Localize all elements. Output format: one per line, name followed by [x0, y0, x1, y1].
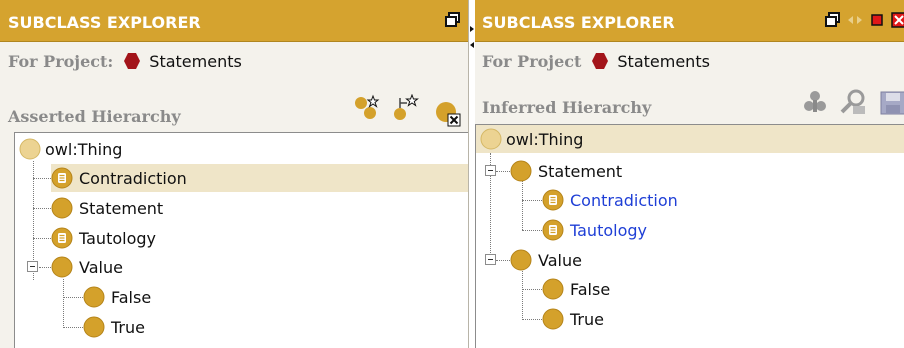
asserted-class-tree: owl:Thing Contradiction Statement Tautol… — [14, 132, 468, 348]
class-icon — [542, 278, 564, 300]
tree-connector — [33, 208, 51, 209]
defined-class-icon — [51, 227, 73, 249]
tree-node-tautology[interactable]: Tautology — [542, 216, 647, 244]
tree-connector — [63, 297, 83, 298]
tree-node-label: False — [570, 279, 611, 299]
left-panel-title: SUBCLASS EXPLORER — [8, 13, 201, 32]
class-icon — [510, 160, 532, 182]
right-title-bar: SUBCLASS EXPLORER — [475, 0, 904, 42]
class-icon — [83, 316, 105, 338]
tree-node-true[interactable]: True — [542, 305, 604, 333]
tree-node-label: True — [570, 309, 604, 329]
tree-node-label: Statement — [538, 161, 623, 181]
tree-connector — [39, 267, 51, 268]
owl-thing-icon — [480, 128, 502, 150]
class-icon — [510, 249, 532, 271]
tree-node-contradiction[interactable]: Contradiction — [542, 186, 678, 214]
right-project-row: For Project Statements — [482, 50, 710, 72]
tree-connector — [522, 319, 542, 320]
project-label: For Project — [482, 51, 582, 71]
defined-class-icon — [542, 189, 564, 211]
save-icon[interactable] — [879, 88, 904, 116]
tree-node-statement[interactable]: Statement — [510, 157, 622, 185]
collapse-toggle-statement[interactable] — [485, 165, 496, 176]
arrows-icon[interactable] — [847, 12, 863, 28]
tree-node-label: False — [111, 287, 152, 307]
left-project-row: For Project: Statements — [8, 50, 242, 72]
inferred-class-tree: owl:Thing Statement Contradiction Tautol… — [475, 124, 904, 348]
project-hexagon-icon — [591, 52, 609, 70]
tree-node-value[interactable]: Value — [510, 246, 582, 274]
collapse-toggle-value[interactable] — [485, 254, 496, 265]
tree-node-false[interactable]: False — [83, 283, 151, 311]
class-icon — [51, 197, 73, 219]
tree-connector — [33, 178, 51, 179]
add-sibling-class-icon[interactable] — [392, 93, 420, 122]
find-class-icon[interactable] — [839, 88, 867, 116]
tree-connector — [522, 200, 542, 201]
tree-node-tautology[interactable]: Tautology — [51, 224, 156, 252]
project-label: For Project: — [8, 51, 114, 71]
tree-node-false[interactable]: False — [542, 275, 610, 303]
tree-connector — [522, 230, 542, 231]
tree-node-label: Contradiction — [570, 190, 678, 210]
inferred-hierarchy-label: Inferred Hierarchy — [482, 98, 652, 117]
collapse-toggle-value[interactable] — [27, 261, 38, 272]
tree-node-owl-thing[interactable]: owl:Thing — [19, 135, 122, 163]
tree-connector — [522, 289, 542, 290]
tree-node-label: owl:Thing — [506, 129, 584, 149]
defined-class-icon — [51, 167, 73, 189]
tree-connector — [63, 279, 64, 328]
tree-node-label: Value — [538, 250, 582, 270]
tree-node-label: Value — [79, 257, 123, 277]
project-name: Statements — [617, 51, 710, 71]
owl-thing-icon — [19, 138, 41, 160]
project-name: Statements — [149, 51, 242, 71]
tree-node-statement[interactable]: Statement — [51, 194, 163, 222]
tree-node-label: Tautology — [570, 220, 647, 240]
class-icon — [542, 308, 564, 330]
right-panel-title: SUBCLASS EXPLORER — [482, 13, 675, 32]
tree-node-label: Statement — [79, 198, 164, 218]
tree-node-label: owl:Thing — [45, 139, 123, 159]
add-subclass-icon[interactable] — [352, 94, 380, 122]
tree-node-label: Tautology — [79, 228, 156, 248]
left-title-bar: SUBCLASS EXPLORER — [0, 0, 468, 42]
tree-node-value[interactable]: Value — [51, 253, 123, 281]
tree-connector — [522, 271, 523, 320]
tree-node-true[interactable]: True — [83, 313, 145, 341]
right-subclass-explorer-panel: SUBCLASS EXPLORER For Project Statements… — [475, 0, 904, 348]
split-drag-handle-icon[interactable] — [470, 26, 474, 48]
class-icon — [51, 256, 73, 278]
maximize-window-icon[interactable] — [825, 12, 841, 28]
close-icon[interactable] — [891, 12, 904, 28]
tree-connector — [522, 181, 523, 230]
project-hexagon-icon — [123, 52, 141, 70]
left-subclass-explorer-panel: SUBCLASS EXPLORER For Project: Statement… — [0, 0, 469, 348]
asserted-hierarchy-label: Asserted Hierarchy — [8, 107, 181, 126]
delete-class-icon[interactable] — [434, 100, 462, 128]
tree-connector — [33, 238, 51, 239]
classify-icon[interactable] — [801, 88, 829, 116]
tree-node-contradiction[interactable]: Contradiction — [51, 164, 187, 192]
defined-class-icon — [542, 219, 564, 241]
class-icon — [83, 286, 105, 308]
minimize-icon[interactable] — [869, 12, 885, 28]
maximize-window-icon[interactable] — [445, 12, 461, 28]
tree-node-label: Contradiction — [79, 168, 187, 188]
tree-node-label: True — [111, 317, 145, 337]
tree-connector — [63, 327, 83, 328]
tree-node-owl-thing[interactable]: owl:Thing — [480, 125, 583, 153]
